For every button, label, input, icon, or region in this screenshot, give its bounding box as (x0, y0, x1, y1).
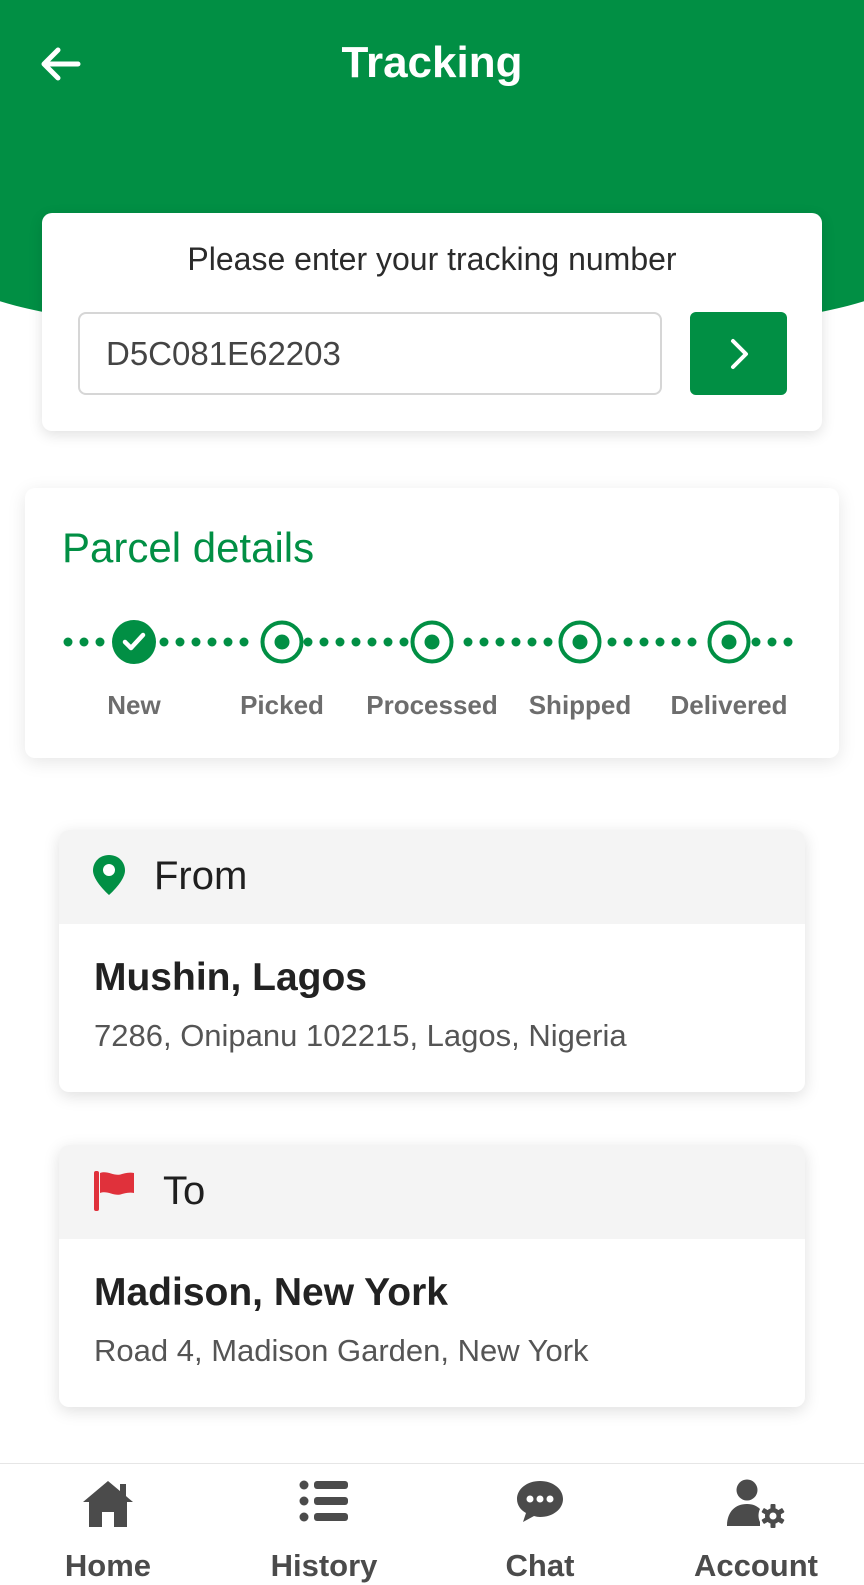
stepper-dot (527, 637, 537, 647)
user-settings-icon (727, 1479, 785, 1528)
from-address-card: From Mushin, Lagos 7286, Onipanu 102215,… (59, 830, 805, 1092)
stepper-dot (79, 637, 89, 647)
to-address-card: To Madison, New York Road 4, Madison Gar… (59, 1145, 805, 1407)
nav-label-account: Account (694, 1548, 818, 1583)
stepper-dot (511, 637, 521, 647)
tracking-card: Please enter your tracking number (42, 213, 822, 431)
to-street: Road 4, Madison Garden, New York (94, 1333, 589, 1368)
map-pin-icon (93, 855, 125, 895)
stepper-dot (639, 637, 649, 647)
chat-icon (517, 1481, 563, 1522)
stepper-dot (207, 637, 217, 647)
stepper-dot (543, 637, 553, 647)
tracking-prompt: Please enter your tracking number (187, 241, 677, 277)
stepper-dot (95, 637, 105, 647)
stepper-dot (463, 637, 473, 647)
nav-item-home[interactable]: Home (0, 1464, 216, 1585)
stepper-dot (671, 637, 681, 647)
stepper-dot (303, 637, 313, 647)
stepper-dot (223, 637, 233, 647)
stepper-dot (319, 637, 329, 647)
step-label-new: New (107, 690, 161, 720)
stepper-dot (351, 637, 361, 647)
step-label-shipped: Shipped (528, 690, 632, 720)
tracking-number-input[interactable] (78, 312, 662, 395)
from-label: From (154, 854, 248, 898)
flag-icon (94, 1171, 134, 1211)
nav-item-chat[interactable]: Chat (432, 1464, 648, 1585)
stepper-dot (623, 637, 633, 647)
stepper-dot (495, 637, 505, 647)
stepper-dot (655, 637, 665, 647)
to-label: To (163, 1169, 206, 1213)
parcel-details-card: Parcel details New Picked Processed Ship… (25, 488, 839, 758)
stepper-dot (63, 637, 73, 647)
step-node-center (721, 634, 737, 650)
stepper-dot (607, 637, 617, 647)
nav-label-history: History (270, 1548, 378, 1583)
nav-label-home: Home (64, 1548, 152, 1583)
bottom-nav: Home History Chat Account (0, 1463, 864, 1585)
tracking-screen: Tracking Please enter your tracking numb… (0, 0, 864, 1585)
nav-label-chat: Chat (505, 1548, 575, 1583)
step-label-processed: Processed (366, 690, 498, 720)
submit-tracking-button[interactable] (690, 312, 787, 395)
to-city: Madison, New York (94, 1271, 448, 1314)
stepper-dot (479, 637, 489, 647)
stepper-dot (159, 637, 169, 647)
step-node-center (424, 634, 440, 650)
stepper-dot (399, 637, 409, 647)
home-icon (83, 1481, 133, 1527)
stepper-dot (783, 637, 793, 647)
list-icon (299, 1480, 348, 1522)
chevron-right-icon (730, 338, 748, 369)
page-title: Tracking (341, 38, 523, 87)
stepper-dot (751, 637, 761, 647)
stepper-dot (175, 637, 185, 647)
stepper-dot (191, 637, 201, 647)
stepper-dot (335, 637, 345, 647)
step-node-center (274, 634, 290, 650)
stepper-dot (383, 637, 393, 647)
stepper-dot (687, 637, 697, 647)
nav-item-account[interactable]: Account (648, 1464, 864, 1585)
stepper-dot (367, 637, 377, 647)
from-city: Mushin, Lagos (94, 956, 367, 999)
step-label-delivered: Delivered (670, 690, 788, 720)
stepper-dot (239, 637, 249, 647)
to-card-header: To (59, 1145, 805, 1239)
from-street: 7286, Onipanu 102215, Lagos, Nigeria (94, 1018, 627, 1053)
from-card-header: From (59, 830, 805, 924)
step-node-center (572, 634, 588, 650)
step-label-picked: Picked (240, 690, 324, 720)
stepper-dot (767, 637, 777, 647)
nav-item-history[interactable]: History (216, 1464, 432, 1585)
